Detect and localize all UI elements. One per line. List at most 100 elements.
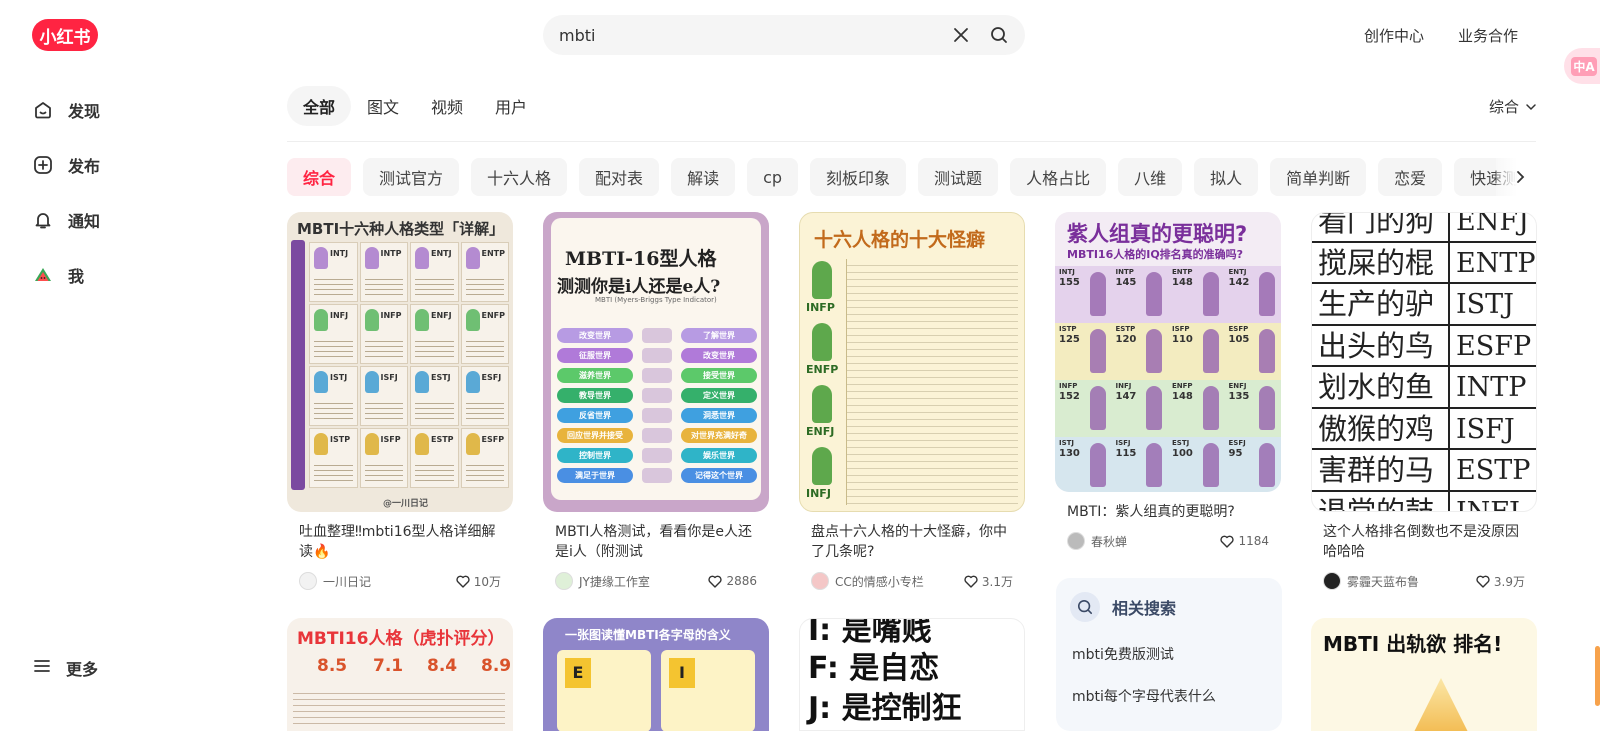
note-author[interactable]: 雾霾天蓝布鲁 [1323, 572, 1419, 590]
sidebar-item-notifications[interactable]: 通知 [24, 196, 244, 244]
note-cover-image[interactable]: 十六人格的十大怪癖 INFP ENFP ENFJ INFJ [799, 212, 1025, 512]
filter-chip[interactable]: 刻板印象 [810, 158, 907, 196]
cover-ranking-table: 看门的狗 ENFJ 搅屎的棍 ENTP 生产的驴 ISTJ 出头的鸟 ESFP 划水的鱼 INTP… [1312, 213, 1536, 511]
type-label: ENFJ [1228, 382, 1247, 390]
cover-ranking-row: 生产的驴 ISTJ [1312, 284, 1536, 326]
character-figure [812, 447, 832, 485]
heart-icon [964, 575, 978, 588]
translate-button[interactable]: 中A [1564, 48, 1600, 84]
type-label: ENTJ [431, 249, 452, 258]
type-description [415, 399, 454, 421]
note-title[interactable]: MBTI人格测试，看看你是e人还是i人（附测试 [555, 522, 757, 562]
filter-chip[interactable]: 人格占比 [1010, 158, 1107, 196]
type-label: ISFP [1172, 325, 1190, 333]
filter-scroll-right-button[interactable] [1496, 158, 1538, 196]
filter-chip[interactable]: 测试官方 [363, 158, 460, 196]
content-type-tabs: 全部 图文 视频 用户 [287, 86, 543, 126]
sidebar-more-button[interactable]: 更多 [32, 656, 98, 680]
like-button[interactable]: 2886 [708, 574, 757, 588]
creator-center-link[interactable]: 创作中心 [1364, 25, 1424, 46]
search-icon[interactable] [987, 23, 1011, 47]
xiaohongshu-logo[interactable]: 小红书 [32, 19, 98, 51]
note-author[interactable]: 春秋蝉 [1067, 532, 1127, 550]
cover-ranking-row: 傲猴的鸡 ISFJ [1312, 408, 1536, 450]
cover-watermark: @一川日记 [383, 499, 429, 509]
author-name: CC的情感小专栏 [835, 574, 924, 589]
tab-video[interactable]: 视频 [415, 86, 479, 126]
cover-row-label: 教导世界 [557, 388, 633, 403]
bell-icon [32, 209, 54, 231]
like-button[interactable]: 3.1万 [964, 573, 1013, 590]
tab-all[interactable]: 全部 [287, 86, 352, 126]
filter-chip[interactable]: 恋爱 [1378, 158, 1443, 196]
note-cover-image[interactable]: MBTI十六种人格类型「详解」 INTJ INTP ENTJ ENTP INFJ INFP… [287, 212, 513, 512]
cover-iq-cell: ENFJ 135 [1225, 380, 1282, 437]
cover-ranking-row: 划水的鱼 INTP [1312, 367, 1536, 409]
note-author[interactable]: CC的情感小专栏 [811, 572, 924, 590]
filter-chip[interactable]: 简单判断 [1270, 158, 1367, 196]
cover-type-cell: ISTJ [309, 366, 358, 426]
note-cover-image[interactable]: I: 是嘴贱 F: 是自恋 J: 是控制狂 [799, 618, 1025, 731]
like-count: 3.9万 [1493, 574, 1525, 589]
type-label: ESTJ [1172, 439, 1190, 447]
note-author[interactable]: JY捷缘工作室 [555, 572, 650, 590]
page-scrollbar-thumb[interactable] [1595, 646, 1600, 706]
character-figure [364, 247, 379, 269]
cover-iq-cell: ENFP 148 [1168, 380, 1225, 437]
type-description [465, 399, 504, 421]
filter-chip[interactable]: 十六人格 [471, 158, 568, 196]
sidebar-item-label: 我 [68, 267, 85, 286]
type-description [314, 461, 353, 483]
filter-chip[interactable]: 八维 [1118, 158, 1183, 196]
like-button[interactable]: 10万 [456, 573, 501, 590]
note-cover-image[interactable]: 一张图读懂MBTI各字母的含义 E I [543, 618, 769, 731]
sort-dropdown[interactable]: 综合 [1489, 96, 1537, 117]
character-figure [415, 309, 429, 331]
note-cover-image[interactable]: 看门的狗 ENFJ 搅屎的棍 ENTP 生产的驴 ISTJ 出头的鸟 ESFP 划水的鱼 INTP… [1311, 212, 1537, 512]
filter-chip[interactable]: 解读 [671, 158, 736, 196]
like-button[interactable]: 3.9万 [1476, 573, 1525, 590]
character-figure [1202, 443, 1219, 487]
business-cooperation-link[interactable]: 业务合作 [1458, 25, 1518, 46]
note-cover-image[interactable]: 紫人组真的更聪明? MBTI16人格的IQ排名真的准确吗? INTJ 155 INT… [1055, 212, 1281, 492]
filter-chip[interactable]: 综合 [287, 158, 352, 196]
iq-score: 105 [1228, 334, 1250, 345]
note-title[interactable]: MBTI：紫人组真的更聪明? [1067, 502, 1269, 522]
type-label: INTP [380, 249, 402, 258]
cover-row-label: 洞悉世界 [681, 408, 757, 423]
type-label: INFJ [1115, 382, 1132, 390]
cover-type-cell: ENFJ [410, 304, 459, 364]
tab-users[interactable]: 用户 [479, 86, 543, 126]
tab-image-text[interactable]: 图文 [351, 86, 415, 126]
type-label: ISTJ [1456, 289, 1514, 320]
type-label: ESFJ [1228, 439, 1246, 447]
note-title[interactable]: 盘点十六人格的十大怪癖，你中了几条呢? [811, 522, 1013, 562]
sidebar-item-me[interactable]: 我 [24, 251, 244, 299]
type-label: ISFJ [1456, 413, 1515, 445]
search-input[interactable] [559, 25, 935, 45]
note-title[interactable]: 吐血整理‼mbti16型人格详细解读🔥 [299, 522, 501, 562]
cover-ranking-row: 退堂的鼓 INFJ [1312, 491, 1536, 511]
note-cover-image[interactable]: MBTI 出轨欲 排名! [1311, 618, 1537, 731]
note-cover-image[interactable]: MBTI16人格（虎扑评分） 8.5 7.1 8.4 8.9 [287, 618, 513, 731]
cover-podium [1411, 678, 1471, 731]
character-figure [465, 371, 480, 393]
ranking-phrase: 搅屎的棍 [1312, 242, 1450, 282]
filter-chip[interactable]: 配对表 [579, 158, 660, 196]
filter-chip[interactable]: cp [747, 158, 799, 196]
sidebar-item-discover[interactable]: 发现 [24, 86, 244, 134]
like-button[interactable]: 1184 [1220, 534, 1269, 548]
related-search-item[interactable]: mbti每个字母代表什么 [1070, 686, 1268, 706]
character-figure [642, 428, 672, 443]
iq-score: 100 [1172, 448, 1193, 459]
cover-row: 滋养世界 接受世界 [557, 368, 757, 383]
filter-chip[interactable]: 测试题 [918, 158, 999, 196]
sidebar-item-publish[interactable]: 发布 [24, 141, 244, 189]
note-cover-image[interactable]: MBTI-16型人格 测测你是i人还是e人? MBTI (Myers-Brigg… [543, 212, 769, 512]
cover-iq-cell: INTJ 155 [1055, 266, 1112, 323]
note-title[interactable]: 这个人格排名倒数也不是没原因哈哈哈 [1323, 522, 1525, 562]
filter-chip[interactable]: 拟人 [1194, 158, 1259, 196]
related-search-item[interactable]: mbti免费版测试 [1070, 644, 1268, 664]
clear-icon[interactable] [949, 23, 973, 47]
note-author[interactable]: 一川日记 [299, 572, 371, 590]
